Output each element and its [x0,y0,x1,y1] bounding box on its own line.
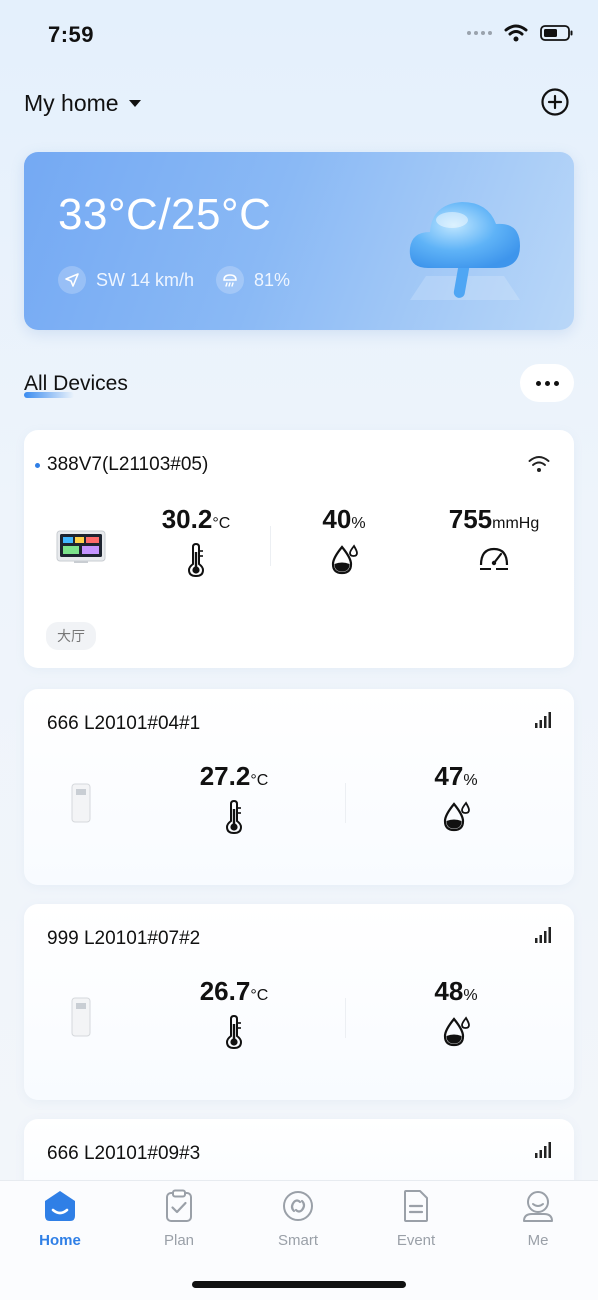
battery-icon [540,25,573,41]
temperature-metric: 26.7°C [174,976,294,1049]
metric-divider [345,783,346,823]
weather-temperature: 33°C/25°C [58,190,272,239]
humidity-metric: 40% [284,504,404,575]
home-indicator [192,1281,406,1288]
tab-label: Me [527,1232,549,1249]
humidity-drop-icon [331,544,358,575]
tab-label: Event [396,1232,436,1249]
home-title: My home [24,90,119,116]
pressure-unit: mmHg [492,515,540,532]
device-name: 666 L20101#04#1 [47,713,201,734]
temperature-metric: 30.2°C [136,504,256,577]
thermometer-icon [225,1015,243,1049]
temperature-unit: °C [212,515,231,532]
add-device-button[interactable] [540,87,570,117]
home-icon [45,1191,75,1221]
humidity-drop-icon [443,801,470,832]
pressure-value: 755 [448,504,493,534]
more-options-button[interactable] [520,364,574,402]
wifi-icon [528,456,550,472]
humidity-value: 48 [434,976,464,1006]
document-icon [404,1190,428,1222]
wind-direction-icon [58,266,86,294]
device-name: 666 L20101#09#3 [47,1143,201,1164]
tab-label: Smart [277,1232,318,1249]
pressure-metric: 755mmHg [424,504,564,573]
temperature-unit: °C [250,987,269,1004]
metric-divider [345,998,346,1038]
header: My home [24,84,574,124]
humidity-unit: % [463,772,478,789]
humidity-metric: 48% [396,976,516,1047]
all-devices-title: All Devices [24,372,128,395]
tab-home[interactable]: Home [20,1189,100,1249]
humidity-weather-icon [216,266,245,294]
online-indicator [35,463,40,468]
humidity-value: 40 [322,504,352,534]
tab-label: Plan [163,1232,195,1249]
device-name: 388V7(L21103#05) [47,454,209,475]
metric-divider [270,526,271,566]
weather-station-device-image [56,530,106,563]
tab-me[interactable]: Me [498,1189,578,1249]
device-card[interactable]: 388V7(L21103#05) 30.2°C 40% 755mmHg 大厅 [24,430,574,668]
cloudy-weather-icon [409,202,520,300]
status-time: 7:59 [48,22,95,47]
home-selector[interactable]: My home [24,90,141,117]
humidity-unit: % [463,987,478,1004]
tab-smart[interactable]: Smart [258,1189,338,1249]
tab-plan[interactable]: Plan [139,1189,219,1249]
weather-meta: SW 14 km/h 81% [58,266,290,294]
humidity-drop-icon [443,1016,470,1047]
humidity-unit: % [351,515,366,532]
tab-event[interactable]: Event [376,1189,456,1249]
sensor-device-image [71,997,91,1037]
all-devices-header: All Devices [24,364,574,402]
status-icons [467,24,574,42]
humidity-metric: 47% [396,761,516,832]
temperature-value: 30.2 [161,504,213,534]
wind-value: SW 14 km/h [96,269,195,290]
pressure-gauge-icon [479,547,509,570]
device-name: 999 L20101#07#2 [47,928,201,949]
temperature-metric: 27.2°C [174,761,294,834]
temperature-unit: °C [250,772,269,789]
clipboard-check-icon [166,1189,192,1222]
room-tag: 大厅 [46,622,96,650]
signal-bars-icon [535,927,551,943]
signal-bars-icon [535,712,551,728]
humidity-value: 47 [434,761,464,791]
weather-card[interactable]: 33°C/25°C SW 14 km/h 81% [24,152,574,330]
signal-bars-icon [535,1142,551,1158]
tab-label: Home [39,1232,81,1249]
wifi-status-icon [504,24,528,42]
caret-down-icon [128,100,141,107]
device-card[interactable]: 666 L20101#04#1 27.2°C 47% [24,689,574,885]
device-card[interactable]: 999 L20101#07#2 26.7°C 48% [24,904,574,1100]
thermometer-icon [187,543,205,577]
user-icon [523,1191,553,1222]
temperature-value: 27.2 [199,761,251,791]
cellular-dots-icon [467,31,492,35]
sensor-device-image [71,783,91,823]
temperature-value: 26.7 [199,976,251,1006]
humidity-value: 81% [254,269,291,290]
smart-link-icon [283,1191,313,1221]
thermometer-icon [225,800,243,834]
status-bar: 7:59 [0,0,598,70]
